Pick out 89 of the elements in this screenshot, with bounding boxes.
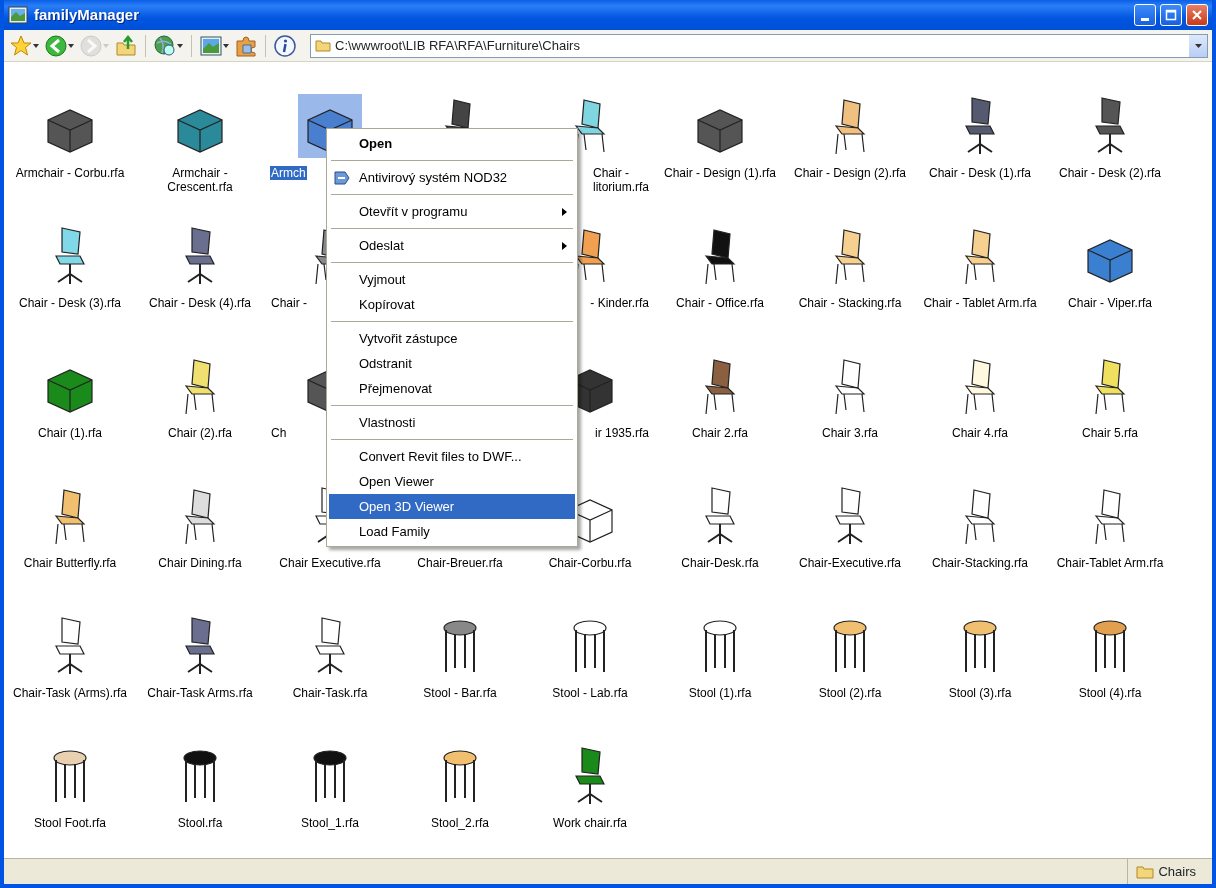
submenu-arrow-icon bbox=[562, 207, 567, 216]
file-name[interactable]: Chair - Design (1).rfa bbox=[663, 166, 777, 180]
file-name[interactable]: Chair Butterfly.rfa bbox=[22, 556, 118, 570]
file-name[interactable]: Chair - Desk (3).rfa bbox=[18, 296, 122, 310]
close-button[interactable] bbox=[1186, 4, 1208, 26]
caret-icon bbox=[223, 43, 229, 48]
file-name[interactable]: Stool (2).rfa bbox=[817, 686, 883, 700]
file-name[interactable]: Chair Dining.rfa bbox=[157, 556, 243, 570]
file-name[interactable]: Chair (2).rfa bbox=[167, 426, 233, 440]
file-name[interactable]: Armchair - Corbu.rfa bbox=[14, 166, 126, 180]
menu-item[interactable]: Vytvořit zástupce bbox=[329, 326, 575, 351]
file-name[interactable]: Chair - Tablet Arm.rfa bbox=[922, 296, 1038, 310]
file-name[interactable]: Chair - litorium.rfa bbox=[592, 166, 650, 194]
maximize-icon bbox=[1165, 9, 1177, 21]
menu-item[interactable]: Open bbox=[329, 131, 575, 156]
menu-item[interactable]: Přejmenovat bbox=[329, 376, 575, 401]
address-field[interactable]: C:\wwwroot\LIB RFA\RFA\Furniture\Chairs bbox=[310, 33, 1208, 58]
minimize-icon bbox=[1141, 17, 1149, 21]
folder-icon bbox=[1136, 864, 1155, 879]
menu-item[interactable]: Open 3D Viewer bbox=[329, 494, 575, 519]
file-name[interactable]: ir 1935.rfa bbox=[593, 426, 650, 440]
minimize-button[interactable] bbox=[1134, 4, 1156, 26]
file-name[interactable]: Chair-Breuer.rfa bbox=[416, 556, 504, 570]
file-name[interactable]: Chair 4.rfa bbox=[951, 426, 1009, 440]
maximize-button[interactable] bbox=[1160, 4, 1182, 26]
picture-icon bbox=[200, 34, 222, 57]
menu-item[interactable]: Vyjmout bbox=[329, 267, 575, 292]
file-name[interactable]: - Kinder.rfa bbox=[589, 296, 650, 310]
shield-icon bbox=[333, 169, 351, 186]
app-icon bbox=[8, 6, 28, 24]
file-name[interactable]: Chair-Task (Arms).rfa bbox=[12, 686, 128, 700]
menu-item[interactable]: Antivirový systém NOD32 bbox=[329, 165, 575, 190]
submenu-arrow-icon bbox=[562, 241, 567, 250]
status-folder-name: Chairs bbox=[1158, 862, 1196, 881]
file-name[interactable]: Chair - Stacking.rfa bbox=[797, 296, 903, 310]
caret-icon bbox=[68, 43, 74, 48]
file-name[interactable]: Chair - bbox=[270, 296, 308, 310]
file-name[interactable]: Stool_1.rfa bbox=[299, 816, 360, 830]
globe-icon bbox=[154, 34, 176, 57]
file-name[interactable]: Chair-Task.rfa bbox=[291, 686, 369, 700]
file-name[interactable]: Chair - Desk (2).rfa bbox=[1058, 166, 1162, 180]
info-icon bbox=[274, 34, 296, 57]
caret-icon bbox=[177, 43, 183, 48]
file-name[interactable]: Chair-Task Arms.rfa bbox=[146, 686, 254, 700]
puzzle-pieces-icon bbox=[235, 34, 257, 57]
file-name[interactable]: Stool (3).rfa bbox=[947, 686, 1013, 700]
file-name[interactable]: Stool - Lab.rfa bbox=[551, 686, 629, 700]
menu-item[interactable]: Otevřít v programu bbox=[329, 199, 575, 224]
window-title: familyManager bbox=[34, 4, 140, 25]
file-name[interactable]: Stool - Bar.rfa bbox=[422, 686, 498, 700]
file-name[interactable]: Chair - Design (2).rfa bbox=[793, 166, 907, 180]
file-name[interactable]: Chair 2.rfa bbox=[691, 426, 749, 440]
file-name[interactable]: Chair-Stacking.rfa bbox=[930, 556, 1029, 570]
menu-item[interactable]: Odeslat bbox=[329, 233, 575, 258]
caret-icon bbox=[1194, 43, 1202, 48]
caret-icon bbox=[103, 43, 109, 48]
file-name[interactable]: Stool (1).rfa bbox=[687, 686, 753, 700]
menu-item[interactable]: Open Viewer bbox=[329, 469, 575, 494]
file-name[interactable]: Chair 5.rfa bbox=[1081, 426, 1139, 440]
file-name[interactable]: Chair-Executive.rfa bbox=[797, 556, 902, 570]
file-name[interactable]: Stool (4).rfa bbox=[1077, 686, 1143, 700]
file-name[interactable]: Chair-Tablet Arm.rfa bbox=[1055, 556, 1165, 570]
file-name[interactable]: Chair-Desk.rfa bbox=[680, 556, 760, 570]
menu-item[interactable]: Kopírovat bbox=[329, 292, 575, 317]
folder-icon bbox=[315, 39, 331, 52]
close-icon bbox=[1191, 9, 1203, 21]
up-folder-icon bbox=[115, 34, 137, 57]
file-name[interactable]: Stool.rfa bbox=[176, 816, 224, 830]
file-name[interactable]: Stool_2.rfa bbox=[429, 816, 490, 830]
file-name[interactable]: Chair 3.rfa bbox=[821, 426, 879, 440]
menu-item[interactable]: Convert Revit files to DWF... bbox=[329, 444, 575, 469]
menu-item[interactable]: Odstranit bbox=[329, 351, 575, 376]
address-dropdown-button[interactable] bbox=[1189, 34, 1207, 57]
file-name[interactable]: Work chair.rfa bbox=[552, 816, 628, 830]
file-name[interactable]: Chair - Desk (1).rfa bbox=[928, 166, 1032, 180]
file-name[interactable]: Chair Executive.rfa bbox=[278, 556, 382, 570]
file-name[interactable]: Chair - Desk (4).rfa bbox=[148, 296, 252, 310]
menu-item[interactable]: Load Family bbox=[329, 519, 575, 544]
star-icon bbox=[10, 34, 32, 57]
file-name[interactable]: Ch bbox=[270, 426, 288, 440]
file-name[interactable]: Armch bbox=[270, 166, 307, 180]
file-name[interactable]: Chair-Corbu.rfa bbox=[547, 556, 633, 570]
caret-icon bbox=[33, 43, 39, 48]
file-name[interactable]: Stool Foot.rfa bbox=[32, 816, 107, 830]
file-name[interactable]: Chair (1).rfa bbox=[37, 426, 103, 440]
file-name[interactable]: Chair - Office.rfa bbox=[675, 296, 765, 310]
file-name[interactable]: Armchair - Crescent.rfa bbox=[138, 166, 262, 194]
menu-item[interactable]: Vlastnosti bbox=[329, 410, 575, 435]
file-name[interactable]: Chair - Viper.rfa bbox=[1067, 296, 1153, 310]
